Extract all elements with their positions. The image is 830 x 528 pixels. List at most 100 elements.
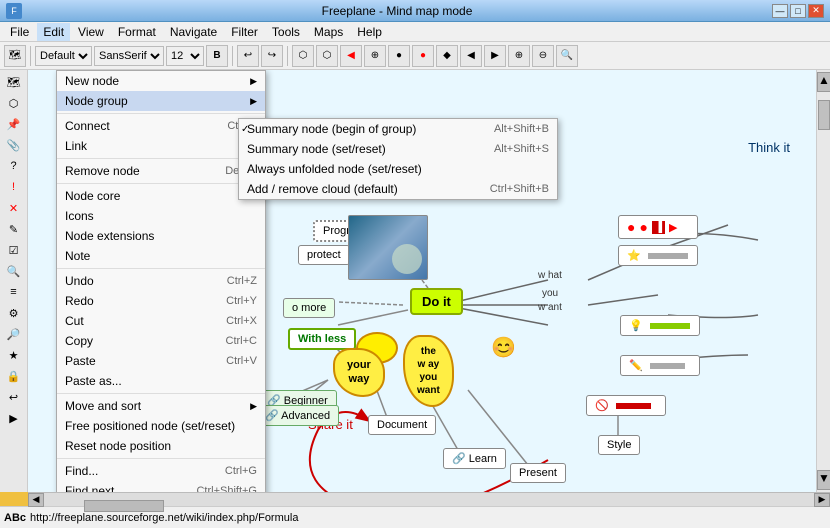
font-size-select[interactable]: 12 xyxy=(166,46,204,66)
sidebar-btn-magnify[interactable]: 🔎 xyxy=(3,324,25,344)
menu-node-core[interactable]: Node core xyxy=(57,186,265,206)
toolbar-btn-zoom-out[interactable]: ⊖ xyxy=(532,45,554,67)
learn-node[interactable]: 🔗 Learn xyxy=(443,448,506,469)
toolbar-btn-undo[interactable]: ↩ xyxy=(237,45,259,67)
font-select[interactable]: SansSerif xyxy=(94,46,164,66)
menu-move-sort[interactable]: Move and sort ▶ xyxy=(57,396,265,416)
menu-file[interactable]: File xyxy=(4,23,35,41)
sidebar-btn-edit[interactable]: ✎ xyxy=(3,219,25,239)
node-group-submenu[interactable]: Summary node (begin of group) Alt+Shift+… xyxy=(238,118,558,200)
scroll-thumb-h[interactable] xyxy=(84,500,164,512)
toolbar-btn-back[interactable]: ◀ xyxy=(460,45,482,67)
the-way-node[interactable]: thew ayyouwant xyxy=(403,335,454,407)
sidebar-btn-check[interactable]: ☑ xyxy=(3,240,25,260)
with-less-node[interactable]: With less xyxy=(288,328,356,350)
menu-paste[interactable]: Paste Ctrl+V xyxy=(57,351,265,371)
sidebar-btn-node[interactable]: ⬡ xyxy=(3,93,25,113)
image-node[interactable] xyxy=(348,215,428,280)
toolbar-btn-node2[interactable]: ⬡ xyxy=(316,45,338,67)
menu-paste-as[interactable]: Paste as... xyxy=(57,371,265,391)
menu-icons[interactable]: Icons xyxy=(57,206,265,226)
vertical-scrollbar[interactable]: ▲ ▼ xyxy=(816,70,830,492)
maximize-button[interactable]: □ xyxy=(790,4,806,18)
menu-copy[interactable]: Copy Ctrl+C xyxy=(57,331,265,351)
style-node[interactable]: Style xyxy=(598,435,640,455)
menu-maps[interactable]: Maps xyxy=(308,23,349,41)
submenu-summary-begin[interactable]: Summary node (begin of group) Alt+Shift+… xyxy=(239,119,557,139)
menu-find-next[interactable]: Find next Ctrl+Shift+G xyxy=(57,481,265,492)
sidebar-btn-map[interactable]: 🗺 xyxy=(3,72,25,92)
menu-remove-node[interactable]: Remove node Delete xyxy=(57,161,265,181)
sidebar-btn-gear[interactable]: ⚙ xyxy=(3,303,25,323)
menu-redo[interactable]: Redo Ctrl+Y xyxy=(57,291,265,311)
menu-new-node[interactable]: New node ▶ xyxy=(57,71,265,91)
submenu-always-unfolded[interactable]: Always unfolded node (set/reset) xyxy=(239,159,557,179)
scroll-right-btn[interactable]: ▶ xyxy=(814,493,830,507)
scrollbar-down-btn[interactable]: ▼ xyxy=(817,470,830,490)
menu-edit[interactable]: Edit xyxy=(37,23,70,41)
toolbar-btn-c2[interactable]: ● xyxy=(412,45,434,67)
edit-menu[interactable]: New node ▶ Node group ▶ Connect Ctrl+L L… xyxy=(56,70,266,492)
present-node[interactable]: Present xyxy=(510,463,566,483)
document-node[interactable]: Document xyxy=(368,415,436,435)
sidebar-btn-play[interactable]: ▶ xyxy=(3,408,25,428)
protect-node[interactable]: protect xyxy=(298,245,350,265)
more-node[interactable]: o more xyxy=(283,298,335,318)
scrollbar-thumb-v[interactable] xyxy=(818,100,830,130)
close-button[interactable]: ✕ xyxy=(808,4,824,18)
submenu-add-cloud[interactable]: Add / remove cloud (default) Ctrl+Shift+… xyxy=(239,179,557,199)
menu-connect[interactable]: Connect Ctrl+L xyxy=(57,116,265,136)
sidebar-btn-list[interactable]: ≡ xyxy=(3,282,25,302)
menu-cut[interactable]: Cut Ctrl+X xyxy=(57,311,265,331)
menu-navigate[interactable]: Navigate xyxy=(164,23,223,41)
minimize-button[interactable]: — xyxy=(772,4,788,18)
toolbar-btn-conn[interactable]: ⊕ xyxy=(364,45,386,67)
advanced-node[interactable]: 🔗 Advanced xyxy=(256,405,339,426)
toolbar-btn-red1[interactable]: ◀ xyxy=(340,45,362,67)
right-node-1[interactable]: ● ● ▐ ▶ xyxy=(618,215,698,239)
menu-node-ext[interactable]: Node extensions xyxy=(57,226,265,246)
map-style-select[interactable]: Default xyxy=(35,46,92,66)
submenu-summary-reset[interactable]: Summary node (set/reset) Alt+Shift+S xyxy=(239,139,557,159)
sidebar-btn-lock[interactable]: 🔒 xyxy=(3,366,25,386)
sidebar-btn-clip[interactable]: 📎 xyxy=(3,135,25,155)
right-node-4[interactable]: ✏️ xyxy=(620,355,700,376)
menu-view[interactable]: View xyxy=(72,23,110,41)
bold-button[interactable]: B xyxy=(206,45,228,67)
toolbar-btn-c3[interactable]: ◆ xyxy=(436,45,458,67)
scroll-left-btn[interactable]: ◀ xyxy=(28,493,44,507)
right-node-3[interactable]: 💡 xyxy=(620,315,700,336)
right-node-5[interactable]: 🚫 xyxy=(586,395,666,416)
menu-reset-pos[interactable]: Reset node position xyxy=(57,436,265,456)
menu-tools[interactable]: Tools xyxy=(266,23,306,41)
sidebar-btn-star[interactable]: ★ xyxy=(3,345,25,365)
menu-format[interactable]: Format xyxy=(112,23,162,41)
your-way-node[interactable]: yourway xyxy=(333,348,385,397)
menu-find[interactable]: Find... Ctrl+G xyxy=(57,461,265,481)
right-node-2[interactable]: ⭐ xyxy=(618,245,698,266)
sidebar-btn-arrow[interactable]: ↩ xyxy=(3,387,25,407)
scrollbar-up-btn[interactable]: ▲ xyxy=(817,72,830,92)
menu-link[interactable]: Link ▶ xyxy=(57,136,265,156)
toolbar-btn-c1[interactable]: ● xyxy=(388,45,410,67)
toolbar-btn-node1[interactable]: ⬡ xyxy=(292,45,314,67)
menu-help[interactable]: Help xyxy=(351,23,388,41)
menu-free-pos[interactable]: Free positioned node (set/reset) xyxy=(57,416,265,436)
menu-filter[interactable]: Filter xyxy=(225,23,264,41)
toolbar-icon1[interactable]: 🗺 xyxy=(4,45,26,67)
canvas[interactable]: Think it Share it Program protect o more… xyxy=(28,70,830,492)
do-it-node[interactable]: Do it xyxy=(410,288,463,315)
toolbar-btn-zoom-in[interactable]: ⊕ xyxy=(508,45,530,67)
toolbar-btn-fwd[interactable]: ▶ xyxy=(484,45,506,67)
menu-undo[interactable]: Undo Ctrl+Z xyxy=(57,271,265,291)
toolbar-btn-fit[interactable]: 🔍 xyxy=(556,45,578,67)
menu-note[interactable]: Note xyxy=(57,246,265,266)
toolbar-btn-redo[interactable]: ↪ xyxy=(261,45,283,67)
sidebar-btn-pin[interactable]: 📌 xyxy=(3,114,25,134)
sidebar-btn-close[interactable]: ✕ xyxy=(3,198,25,218)
menu-node-group[interactable]: Node group ▶ xyxy=(57,91,265,111)
sidebar-btn-alert[interactable]: ! xyxy=(3,177,25,197)
sidebar-btn-search[interactable]: 🔍 xyxy=(3,261,25,281)
sidebar-btn-help[interactable]: ? xyxy=(3,156,25,176)
horizontal-scrollbar[interactable]: ◀ ▶ xyxy=(28,492,830,506)
